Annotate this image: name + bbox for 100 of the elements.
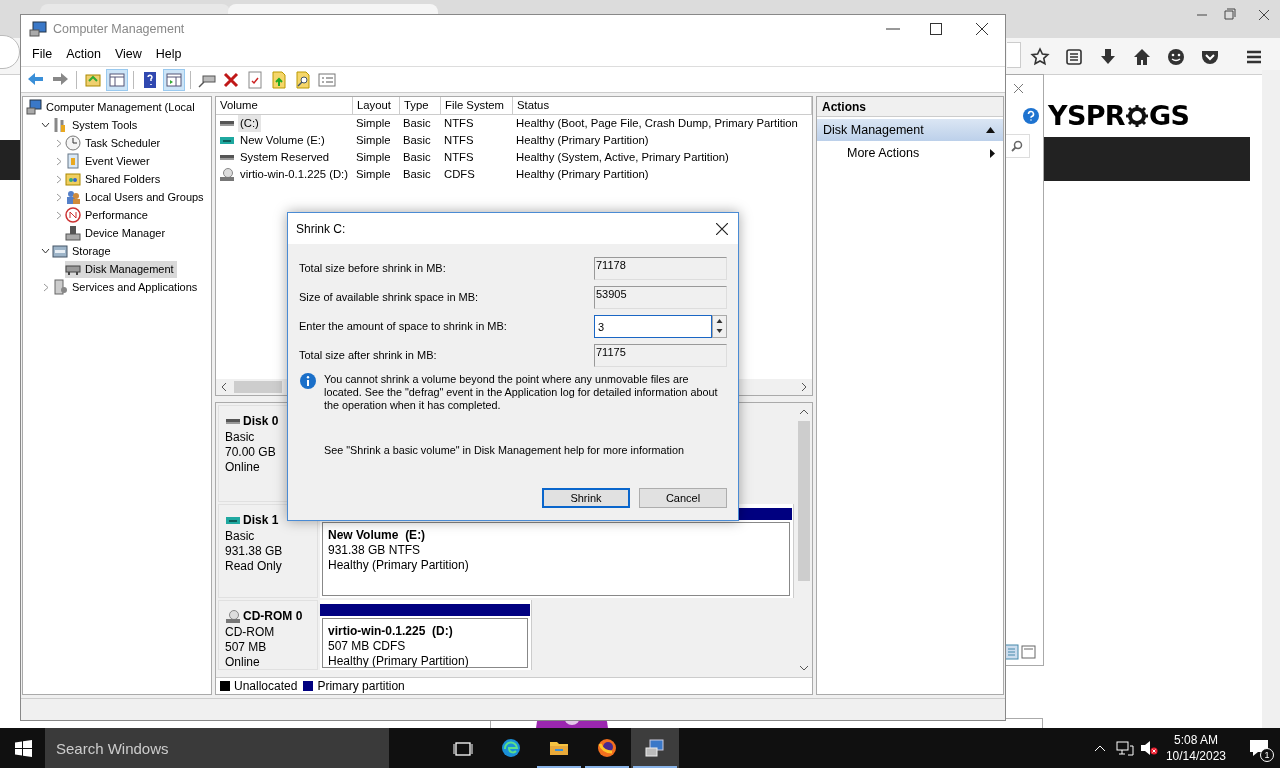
- menu-item[interactable]: View: [107, 45, 149, 64]
- tree-item[interactable]: Task Scheduler: [65, 134, 164, 152]
- smiley-icon[interactable]: [1166, 47, 1186, 67]
- chevron-up-icon[interactable]: [1093, 744, 1106, 752]
- close-icon[interactable]: [976, 23, 988, 35]
- tree-item[interactable]: Event Viewer: [65, 152, 153, 170]
- table-cell-text: CDFS: [444, 167, 475, 183]
- table-cell-text: NTFS: [444, 150, 474, 166]
- scroll-right-icon[interactable]: [799, 382, 809, 392]
- table-cell[interactable]: virtio-win-0.1.225 (D:): [238, 166, 350, 183]
- tree-item[interactable]: Performance: [65, 206, 151, 224]
- cancel-button[interactable]: Cancel: [639, 488, 727, 509]
- readonly-field: 71178: [594, 257, 727, 280]
- scroll-left-icon[interactable]: [219, 382, 229, 392]
- shrink-button[interactable]: Shrink: [542, 488, 630, 509]
- tree-item[interactable]: Computer Management (Local: [26, 98, 198, 116]
- column-header[interactable]: File System: [441, 97, 513, 114]
- window-title: Computer Management: [53, 20, 185, 38]
- computer-icon: [645, 738, 665, 758]
- readonly-field: 71175: [594, 344, 727, 367]
- view-icon[interactable]: [1004, 644, 1036, 660]
- partition-title: virtio-win-0.1.225 (D:): [328, 624, 454, 639]
- table-cell-text: Simple: [356, 116, 391, 132]
- table-cell-text: Basic: [403, 133, 431, 149]
- tree-item[interactable]: Services and Applications: [52, 278, 201, 296]
- disk-info: Online: [225, 655, 261, 670]
- services-icon: [52, 279, 68, 295]
- column-header[interactable]: Type: [400, 97, 441, 114]
- disk-info: CD-ROM: [225, 625, 276, 640]
- field-label: Total size before shrink in MB:: [299, 261, 447, 277]
- action-pane-button[interactable]: [163, 68, 185, 91]
- home-icon[interactable]: [1132, 47, 1152, 67]
- table-cell[interactable]: System Reserved: [238, 149, 332, 166]
- drive-icon: [219, 134, 235, 147]
- help-icon[interactable]: [1023, 108, 1039, 124]
- tree-item[interactable]: System Tools: [52, 116, 141, 134]
- taskbar-app[interactable]: [631, 728, 679, 768]
- speaker-muted-icon[interactable]: [1139, 740, 1158, 756]
- console-tree-button[interactable]: [106, 68, 128, 91]
- tree-item[interactable]: Disk Management: [65, 260, 177, 278]
- disk-name: Disk 0: [243, 413, 279, 430]
- column-header[interactable]: Layout: [353, 97, 400, 114]
- search-field[interactable]: Search Windows: [45, 728, 389, 768]
- star-icon[interactable]: [1030, 47, 1050, 67]
- delete-icon: [222, 70, 240, 89]
- clock[interactable]: 5:08 AM 10/14/2023: [1165, 732, 1226, 764]
- logo-text: YSPR: [1048, 102, 1125, 129]
- table-cell-text: NTFS: [444, 133, 474, 149]
- help-text: See "Shrink a basic volume" in Disk Management help for more information: [324, 443, 685, 458]
- reading-list-icon[interactable]: [1064, 47, 1084, 67]
- close-icon[interactable]: [716, 222, 728, 235]
- action-section-header[interactable]: Disk Management: [817, 119, 1003, 141]
- menu-item[interactable]: Help: [148, 45, 189, 64]
- logo-text: GS: [1148, 102, 1190, 129]
- disk-name: Disk 1: [243, 512, 279, 529]
- export-icon: [270, 70, 288, 89]
- partition-box[interactable]: New Volume (E:) 931.38 GB NTFS Healthy (Primary Partition): [322, 522, 790, 596]
- users-icon: [65, 189, 81, 205]
- notification-button[interactable]: 1: [1244, 733, 1274, 763]
- table-cell-text: Healthy (Boot, Page File, Crash Dump, Primary Partition: [516, 116, 798, 132]
- scrollbar[interactable]: [796, 403, 812, 677]
- find-icon: [294, 70, 312, 89]
- legend-label: Primary partition: [317, 678, 405, 695]
- table-cell[interactable]: New Volume (E:): [238, 132, 327, 149]
- list-icon: [318, 70, 336, 89]
- table-cell-text: Simple: [356, 150, 391, 166]
- action-pane-icon: [165, 70, 183, 89]
- tools-icon: [52, 117, 68, 133]
- disk-info: Online: [225, 460, 261, 475]
- scroll-down-icon[interactable]: [799, 663, 809, 673]
- table-cell-text: Basic: [403, 167, 431, 183]
- tree-item[interactable]: Device Manager: [65, 224, 169, 242]
- scrollbar[interactable]: [1262, 70, 1280, 728]
- column-header[interactable]: Volume: [216, 97, 353, 114]
- computer-icon: [26, 99, 42, 115]
- url-field[interactable]: [1007, 42, 1021, 68]
- maximize-icon[interactable]: [930, 23, 942, 35]
- search-field[interactable]: [1004, 134, 1030, 158]
- menu-item[interactable]: Action: [59, 45, 108, 64]
- column-header[interactable]: Status: [513, 97, 812, 114]
- table-cell[interactable]: (C:): [238, 115, 261, 132]
- device-icon: [65, 225, 81, 241]
- scroll-up-icon[interactable]: [799, 407, 809, 417]
- cd-drive-icon: [225, 609, 241, 623]
- table-cell-text: Healthy (Primary Partition): [516, 133, 649, 149]
- disk-info: Basic: [225, 430, 256, 445]
- menu-item[interactable]: File: [25, 45, 60, 64]
- tree-item[interactable]: Shared Folders: [65, 170, 164, 188]
- windows-logo-icon[interactable]: [15, 739, 32, 757]
- computer-icon: [29, 21, 47, 37]
- notification-count: 1: [1260, 748, 1274, 762]
- scrollbar-thumb[interactable]: [234, 381, 282, 393]
- partition-box[interactable]: virtio-win-0.1.225 (D:) 507 MB CDFS Healthy (Primary Partition): [322, 618, 528, 668]
- search-icon: [1011, 140, 1023, 152]
- network-icon[interactable]: [1115, 740, 1134, 756]
- tree-item[interactable]: Local Users and Groups: [65, 188, 207, 206]
- partition-info: Healthy (Primary Partition): [328, 654, 470, 667]
- help-icon: [141, 70, 159, 89]
- tree-item[interactable]: Storage: [52, 242, 114, 260]
- action-item[interactable]: More Actions: [817, 141, 1003, 165]
